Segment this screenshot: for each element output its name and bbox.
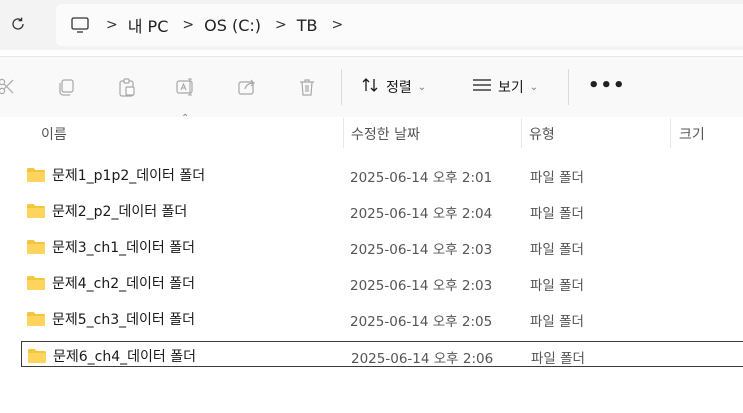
column-divider[interactable]: [521, 118, 522, 148]
file-name: 문제3_ch1_데이터 폴더: [52, 240, 195, 256]
file-type: 파일 폴더: [530, 206, 584, 222]
file-modified: 2025-06-14 오후 2:04: [350, 206, 493, 222]
file-modified: 2025-06-14 오후 2:05: [350, 314, 493, 330]
sort-ascending-icon: ⌃: [181, 113, 190, 124]
address-bar-row: > 내 PC > OS (C:) > TB >: [0, 0, 743, 50]
folder-icon: [27, 239, 45, 254]
chevron-down-icon: ⌄: [529, 81, 539, 93]
file-modified: 2025-06-14 오후 2:01: [350, 170, 493, 186]
scissors-icon[interactable]: [0, 76, 18, 98]
refresh-icon[interactable]: [6, 12, 30, 36]
column-size[interactable]: 크기: [679, 124, 705, 144]
file-type: 파일 폴더: [531, 351, 585, 367]
folder-icon: [27, 203, 45, 218]
chevron-right-icon[interactable]: >: [331, 17, 343, 33]
file-row[interactable]: 문제5_ch3_데이터 폴더 2025-06-14 오후 2:05 파일 폴더: [21, 305, 743, 331]
sort-button[interactable]: 정렬 ⌄: [360, 75, 426, 99]
folder-icon: [27, 167, 45, 182]
list-view-icon: [472, 77, 492, 97]
folder-icon: [27, 311, 45, 326]
view-button[interactable]: 보기 ⌄: [472, 75, 538, 99]
breadcrumb-item-folder[interactable]: TB: [297, 16, 318, 35]
chevron-right-icon: >: [106, 17, 118, 33]
file-modified: 2025-06-14 오후 2:03: [350, 278, 493, 294]
toolbar-divider: [568, 69, 569, 105]
column-modified[interactable]: 수정한 날짜: [351, 124, 420, 144]
file-name: 문제1_p1p2_데이터 폴더: [52, 168, 206, 184]
trash-icon[interactable]: [296, 76, 318, 98]
file-row[interactable]: 문제3_ch1_데이터 폴더 2025-06-14 오후 2:03 파일 폴더: [21, 233, 743, 259]
breadcrumb-item-pc[interactable]: 내 PC: [128, 13, 169, 37]
computer-icon: [70, 14, 92, 36]
column-divider[interactable]: [670, 118, 671, 148]
folder-icon: [27, 275, 45, 290]
rename-icon[interactable]: [175, 76, 197, 98]
toolbar-divider: [341, 69, 342, 105]
column-header: ⌃ 이름 수정한 날짜 유형 크기: [0, 113, 743, 150]
file-row-selected[interactable]: 문제6_ch4_데이터 폴더 2025-06-14 오후 2:06 파일 폴더: [21, 341, 743, 367]
sort-icon: [360, 76, 380, 98]
file-type: 파일 폴더: [530, 242, 584, 258]
file-name: 문제4_ch2_데이터 폴더: [52, 276, 195, 292]
chevron-right-icon[interactable]: >: [182, 17, 194, 33]
chevron-right-icon[interactable]: >: [275, 17, 287, 33]
file-modified: 2025-06-14 오후 2:06: [351, 351, 494, 367]
file-row[interactable]: 문제2_p2_데이터 폴더 2025-06-14 오후 2:04 파일 폴더: [21, 197, 743, 223]
file-modified: 2025-06-14 오후 2:03: [350, 242, 493, 258]
file-name: 문제6_ch4_데이터 폴더: [53, 349, 196, 365]
paste-icon[interactable]: [116, 76, 138, 98]
file-name: 문제5_ch3_데이터 폴더: [52, 312, 195, 328]
column-name[interactable]: 이름: [41, 124, 67, 144]
file-row[interactable]: 문제4_ch2_데이터 폴더 2025-06-14 오후 2:03 파일 폴더: [21, 269, 743, 295]
file-name: 문제2_p2_데이터 폴더: [52, 204, 188, 220]
chevron-down-icon: ⌄: [417, 81, 427, 93]
breadcrumb-item-drive[interactable]: OS (C:): [204, 16, 261, 35]
more-options-button[interactable]: •••: [588, 75, 626, 99]
address-bar[interactable]: > 내 PC > OS (C:) > TB >: [56, 4, 743, 46]
column-type[interactable]: 유형: [529, 124, 555, 144]
view-label: 보기: [498, 80, 524, 96]
file-type: 파일 폴더: [530, 278, 584, 294]
share-icon[interactable]: [236, 76, 258, 98]
file-type: 파일 폴더: [530, 314, 584, 330]
column-divider[interactable]: [343, 118, 344, 148]
file-row[interactable]: 문제1_p1p2_데이터 폴더 2025-06-14 오후 2:01 파일 폴더: [21, 161, 743, 187]
copy-icon[interactable]: [55, 76, 77, 98]
folder-icon: [28, 348, 46, 363]
command-bar: 정렬 ⌄ 보기 ⌄ •••: [0, 56, 743, 117]
sort-label: 정렬: [386, 80, 412, 96]
file-type: 파일 폴더: [530, 170, 584, 186]
